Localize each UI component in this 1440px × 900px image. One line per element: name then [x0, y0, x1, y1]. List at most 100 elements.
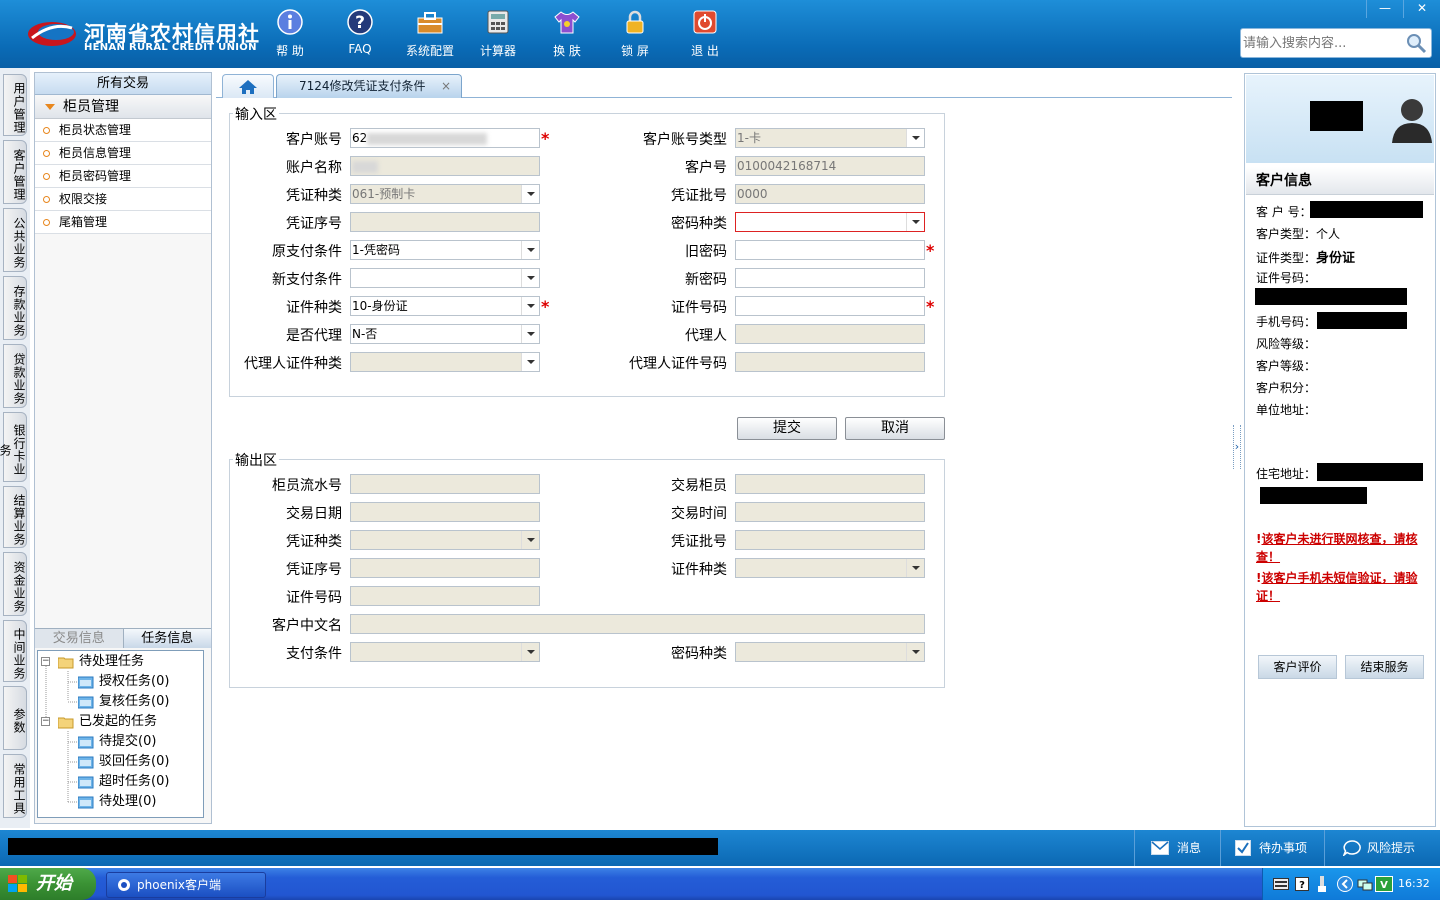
risk-alert-button[interactable]: 风险提示: [1324, 830, 1440, 866]
faq-button[interactable]: ? FAQ: [332, 8, 388, 62]
nav-item-teller-status[interactable]: 柜员状态管理: [35, 119, 211, 142]
tree-node-initiated[interactable]: 已发起的任务: [58, 712, 157, 732]
skin-button[interactable]: 换 肤: [539, 8, 595, 62]
nav-item-teller-password[interactable]: 柜员密码管理: [35, 165, 211, 188]
phone-label: 手机号码：: [1256, 315, 1317, 329]
out-id-no-field: [350, 586, 540, 606]
speech-bubble-icon: [1343, 840, 1361, 856]
usb-icon[interactable]: [1317, 876, 1327, 892]
warning-network-check[interactable]: !该客户未进行联网核查，请核查！: [1256, 530, 1434, 566]
network-icon[interactable]: [1357, 876, 1373, 892]
dropdown-arrow-icon[interactable]: [521, 297, 539, 315]
keyboard-icon[interactable]: [1273, 878, 1289, 890]
orig-pay-cond-select[interactable]: 1-凭密码: [350, 240, 540, 260]
exit-button[interactable]: 退 出: [677, 8, 733, 62]
close-icon[interactable]: ✕: [1403, 0, 1440, 18]
svg-text:?: ?: [355, 13, 365, 33]
dropdown-arrow-icon[interactable]: [521, 325, 539, 343]
help-button[interactable]: 帮 助: [262, 8, 318, 62]
dropdown-arrow-icon[interactable]: [906, 129, 924, 147]
nav-group-teller[interactable]: 柜员管理: [35, 95, 211, 119]
dropdown-arrow-icon: [906, 643, 924, 661]
collapse-icon[interactable]: −: [41, 717, 50, 726]
messages-button[interactable]: 消息: [1134, 830, 1220, 866]
id-type-select[interactable]: 10-身份证: [350, 296, 540, 316]
tree-node-timeout[interactable]: 超时任务(0): [78, 772, 169, 792]
chevron-left-icon[interactable]: [1337, 876, 1353, 892]
tab-active-transaction[interactable]: 7124修改凭证支付条件 ×: [276, 74, 462, 98]
pwd-type-select[interactable]: [735, 212, 925, 232]
old-pwd-input[interactable]: [735, 240, 925, 260]
agent-field[interactable]: [735, 324, 925, 344]
vtab-loan[interactable]: 贷款业务: [3, 344, 27, 408]
vtab-settlement[interactable]: 结算业务: [3, 486, 27, 548]
account-no-input[interactable]: 62: [350, 128, 540, 148]
vtab-parameters[interactable]: 参数: [3, 686, 27, 750]
vtab-funds[interactable]: 资金业务: [3, 552, 27, 616]
dropdown-arrow-icon[interactable]: [906, 213, 924, 231]
collapse-icon[interactable]: −: [41, 657, 50, 666]
system-config-label: 系统配置: [405, 44, 454, 58]
logo-mark-icon: [28, 22, 76, 46]
label-out-voucher-seq: 凭证序号: [286, 562, 342, 578]
calculator-button[interactable]: 计算器: [470, 8, 526, 62]
vtab-intermediary[interactable]: 中间业务: [3, 620, 27, 682]
required-mark: *: [926, 241, 935, 260]
warning-sms-verify[interactable]: !该客户手机未短信验证，请验证！: [1256, 569, 1434, 605]
search-input[interactable]: [1243, 30, 1403, 56]
tab-home[interactable]: [222, 74, 274, 98]
id-no-input[interactable]: [735, 296, 925, 316]
agent-id-no-field[interactable]: [735, 352, 925, 372]
todo-button[interactable]: 待办事项: [1220, 830, 1324, 866]
new-pwd-input[interactable]: [735, 268, 925, 288]
dropdown-arrow-icon[interactable]: [521, 185, 539, 203]
vtab-bank-card[interactable]: 银行卡业务: [0, 412, 27, 482]
mail-icon: [1151, 841, 1169, 855]
account-type-select[interactable]: 1-卡: [735, 128, 925, 148]
tree-node-auth[interactable]: 授权任务(0): [78, 672, 169, 692]
tree-node-to-process[interactable]: 待处理(0): [78, 792, 156, 812]
collapse-handle-icon[interactable]: ›: [1233, 425, 1241, 469]
voucher-batch-field[interactable]: 0000: [735, 184, 925, 204]
out-voucher-batch-field: [735, 530, 925, 550]
tree-node-rejected[interactable]: 驳回任务(0): [78, 752, 169, 772]
cancel-button[interactable]: 取消: [845, 417, 945, 440]
nav-item-permission-handover[interactable]: 权限交接: [35, 188, 211, 211]
submit-button[interactable]: 提交: [737, 417, 837, 440]
minimize-icon[interactable]: —: [1366, 0, 1403, 18]
agent-id-type-select[interactable]: [350, 352, 540, 372]
tab-task-info[interactable]: 任务信息: [122, 629, 211, 648]
calculator-icon: [487, 10, 509, 34]
voucher-seq-field[interactable]: [350, 212, 540, 232]
vtab-customer-management[interactable]: 客户管理: [3, 140, 27, 204]
account-name-field[interactable]: [350, 156, 540, 176]
lock-screen-button[interactable]: 锁 屏: [607, 8, 663, 62]
vtab-public-business[interactable]: 公共业务: [3, 208, 27, 272]
dropdown-arrow-icon[interactable]: [521, 241, 539, 259]
customer-no-field[interactable]: 0100042168714: [735, 156, 925, 176]
new-pay-cond-select[interactable]: [350, 268, 540, 288]
end-service-button[interactable]: 结束服务: [1345, 655, 1424, 679]
tree-node-pending[interactable]: 待处理任务: [58, 652, 144, 672]
vtab-user-management[interactable]: 用户管理: [3, 74, 27, 136]
help-tray-icon[interactable]: ?: [1295, 877, 1309, 891]
vtab-deposit[interactable]: 存款业务: [3, 276, 27, 340]
taskbar-app-phoenix[interactable]: phoenix客户端: [106, 872, 266, 898]
nav-item-cash-box[interactable]: 尾箱管理: [35, 211, 211, 234]
tree-node-to-submit[interactable]: 待提交(0): [78, 732, 156, 752]
dropdown-arrow-icon[interactable]: [521, 269, 539, 287]
antivirus-icon[interactable]: V: [1375, 876, 1393, 892]
dropdown-arrow-icon[interactable]: [521, 353, 539, 371]
search-icon[interactable]: [1405, 32, 1427, 54]
vtab-common-tools[interactable]: 常用工具: [3, 754, 27, 818]
tree-node-review[interactable]: 复核任务(0): [78, 692, 169, 712]
customer-evaluate-button[interactable]: 客户评价: [1258, 655, 1337, 679]
is-agent-select[interactable]: N-否: [350, 324, 540, 344]
label-out-id-no: 证件号码: [286, 590, 342, 606]
voucher-type-select[interactable]: 061-预制卡: [350, 184, 540, 204]
system-config-button[interactable]: 系统配置: [402, 8, 458, 62]
tab-transaction-info[interactable]: 交易信息: [35, 629, 123, 648]
task-tree: − 待处理任务 授权任务(0) 复核任务(0) − 已发起的任务 待提交(0) …: [37, 650, 204, 818]
tab-close-icon[interactable]: ×: [441, 75, 451, 97]
nav-item-teller-info[interactable]: 柜员信息管理: [35, 142, 211, 165]
